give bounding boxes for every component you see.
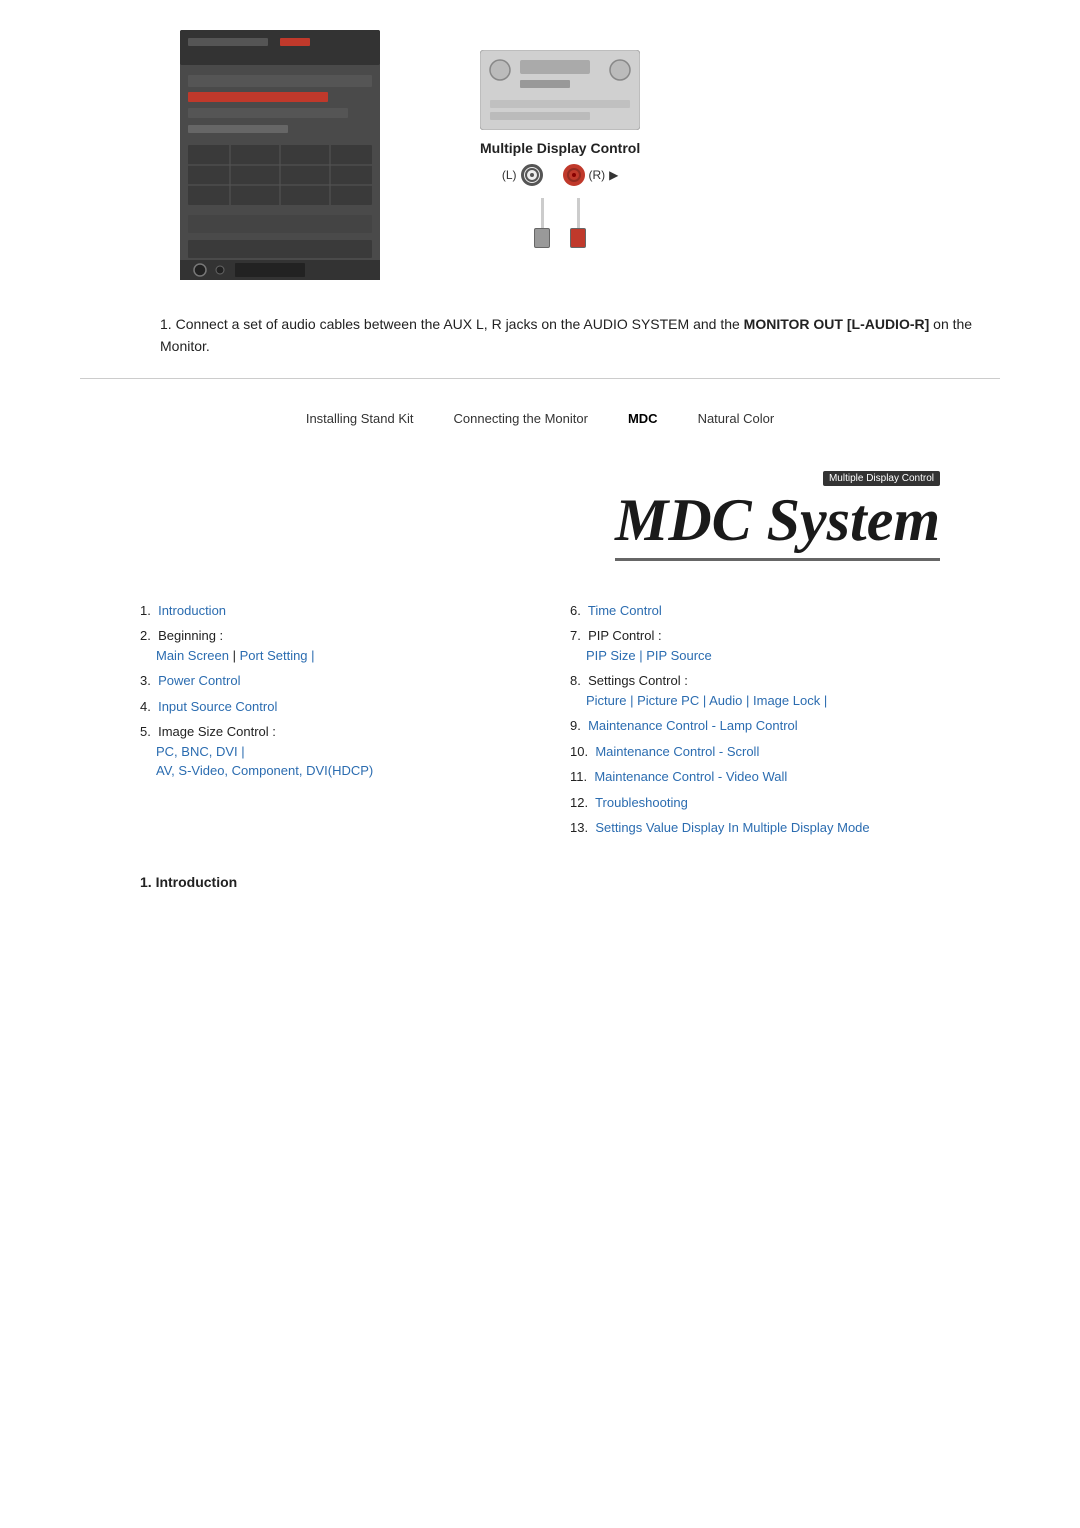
toc-num-8: 8. — [570, 673, 584, 688]
toc-item-5: 5. Image Size Control : PC, BNC, DVI | A… — [140, 722, 510, 781]
section-heading-introduction: 1. Introduction — [140, 874, 940, 890]
left-jack — [521, 164, 543, 186]
toc-sub-7: PIP Size | PIP Source — [586, 648, 712, 663]
right-label: (R) — [589, 168, 606, 182]
toc-item-7: 7. PIP Control : PIP Size | PIP Source — [570, 626, 940, 665]
toc-item-4: 4. Input Source Control — [140, 697, 510, 717]
toc-link-input-source[interactable]: Input Source Control — [158, 699, 277, 714]
toc-item-6: 6. Time Control — [570, 601, 940, 621]
toc-link-pip-source[interactable]: PIP Source — [646, 648, 712, 663]
toc-sub-5b: AV, S-Video, Component, DVI(HDCP) — [156, 763, 373, 778]
toc-num-12: 12. — [570, 795, 592, 810]
toc-label-2: Beginning : — [158, 628, 223, 643]
toc-item-9: 9. Maintenance Control - Lamp Control — [570, 716, 940, 736]
toc-link-pip-size[interactable]: PIP Size — [586, 648, 636, 663]
toc-item-2: 2. Beginning : Main Screen | Port Settin… — [140, 626, 510, 665]
left-label: (L) — [502, 168, 517, 182]
toc-link-settings-value[interactable]: Settings Value Display In Multiple Displ… — [595, 820, 869, 835]
toc-section: 1. Introduction 2. Beginning : Main Scre… — [140, 601, 940, 844]
toc-link-port-setting[interactable]: Port Setting — [240, 648, 308, 663]
toc-num-3: 3. — [140, 673, 154, 688]
pipe-8d: | — [824, 693, 827, 708]
toc-link-main-screen[interactable]: Main Screen — [156, 648, 229, 663]
pipe-8c: | — [746, 693, 753, 708]
toc-link-introduction[interactable]: Introduction — [158, 603, 226, 618]
page-container: Multiple Display Control (L) (R) ▶ — [0, 0, 1080, 930]
toc-item-8: 8. Settings Control : Picture | Picture … — [570, 671, 940, 710]
toc-link-picture-pc[interactable]: Picture PC — [637, 693, 699, 708]
toc-num-1: 1. — [140, 603, 154, 618]
toc-item-11: 11. Maintenance Control - Video Wall — [570, 767, 940, 787]
toc-link-video-wall[interactable]: Maintenance Control - Video Wall — [594, 769, 787, 784]
toc-num-5: 5. — [140, 724, 154, 739]
arrow-label: ▶ — [609, 168, 618, 182]
mdc-section: Multiple Display Control MDC System — [80, 438, 1000, 571]
toc-item-10: 10. Maintenance Control - Scroll — [570, 742, 940, 762]
toc-label-8: Settings Control : — [588, 673, 688, 688]
toc-link-troubleshooting[interactable]: Troubleshooting — [595, 795, 688, 810]
toc-link-audio[interactable]: Audio — [709, 693, 742, 708]
tab-connecting-monitor[interactable]: Connecting the Monitor — [454, 411, 588, 426]
right-jack — [563, 164, 585, 186]
left-jack-group: (L) — [502, 164, 543, 186]
toc-num-11: 11. — [570, 769, 591, 784]
mdc-system-title: MDC System — [615, 490, 940, 561]
toc-left: 1. Introduction 2. Beginning : Main Scre… — [140, 601, 510, 844]
toc-sub-5a: PC, BNC, DVI | — [156, 744, 245, 759]
aux-label: Multiple Display Control — [480, 140, 640, 156]
image-section: Multiple Display Control (L) (R) ▶ — [80, 30, 1000, 283]
monitor-image — [180, 30, 380, 283]
toc-num-10: 10. — [570, 744, 592, 759]
toc-link-power-control[interactable]: Power Control — [158, 673, 240, 688]
audio-device-image: Multiple Display Control (L) (R) ▶ — [480, 50, 640, 248]
pipe-2: | — [311, 648, 314, 663]
toc-num-2: 2. — [140, 628, 154, 643]
toc-link-picture[interactable]: Picture — [586, 693, 626, 708]
toc-num-6: 6. — [570, 603, 584, 618]
toc-link-lamp-control[interactable]: Maintenance Control - Lamp Control — [588, 718, 798, 733]
toc-num-9: 9. — [570, 718, 584, 733]
toc-num-13: 13. — [570, 820, 592, 835]
nav-tabs: Installing Stand Kit Connecting the Moni… — [80, 399, 1000, 438]
toc-list-left: 1. Introduction 2. Beginning : Main Scre… — [140, 601, 510, 781]
white-cable — [534, 198, 550, 248]
toc-sub-8: Picture | Picture PC | Audio | Image Loc… — [586, 693, 827, 708]
mdc-badge: Multiple Display Control — [823, 471, 940, 486]
toc-link-time-control[interactable]: Time Control — [588, 603, 662, 618]
desc-bold: MONITOR OUT [L-AUDIO-R] — [744, 316, 930, 332]
toc-label-5: Image Size Control : — [158, 724, 276, 739]
toc-link-scroll[interactable]: Maintenance Control - Scroll — [595, 744, 759, 759]
tab-mdc[interactable]: MDC — [628, 411, 658, 426]
desc-text: Connect a set of audio cables between th… — [176, 316, 744, 332]
toc-sub-2: Main Screen | Port Setting | — [156, 648, 315, 663]
description-section: 1. Connect a set of audio cables between… — [160, 313, 1000, 358]
toc-item-12: 12. Troubleshooting — [570, 793, 940, 813]
red-plug — [570, 228, 586, 248]
aux-jacks: (L) (R) ▶ — [502, 164, 619, 186]
toc-item-1: 1. Introduction — [140, 601, 510, 621]
red-cable — [570, 198, 586, 248]
toc-item-13: 13. Settings Value Display In Multiple D… — [570, 818, 940, 838]
toc-list-right: 6. Time Control 7. PIP Control : PIP Siz… — [570, 601, 940, 838]
toc-link-image-lock[interactable]: Image Lock — [753, 693, 820, 708]
toc-num-7: 7. — [570, 628, 584, 643]
section-divider — [80, 378, 1000, 379]
pipe-1: | — [233, 648, 240, 663]
toc-right: 6. Time Control 7. PIP Control : PIP Siz… — [570, 601, 940, 844]
desc-number: 1. — [160, 316, 172, 332]
tab-natural-color[interactable]: Natural Color — [698, 411, 775, 426]
toc-label-7: PIP Control : — [588, 628, 661, 643]
right-jack-group: (R) ▶ — [563, 164, 619, 186]
toc-link-pc-bnc-dvi[interactable]: PC, BNC, DVI — [156, 744, 238, 759]
pipe-5: | — [241, 744, 244, 759]
white-plug — [534, 228, 550, 248]
tab-installing-stand-kit[interactable]: Installing Stand Kit — [306, 411, 414, 426]
cable-connectors — [534, 194, 586, 248]
toc-item-3: 3. Power Control — [140, 671, 510, 691]
toc-link-av-svideo[interactable]: AV, S-Video, Component, DVI(HDCP) — [156, 763, 373, 778]
toc-num-4: 4. — [140, 699, 154, 714]
